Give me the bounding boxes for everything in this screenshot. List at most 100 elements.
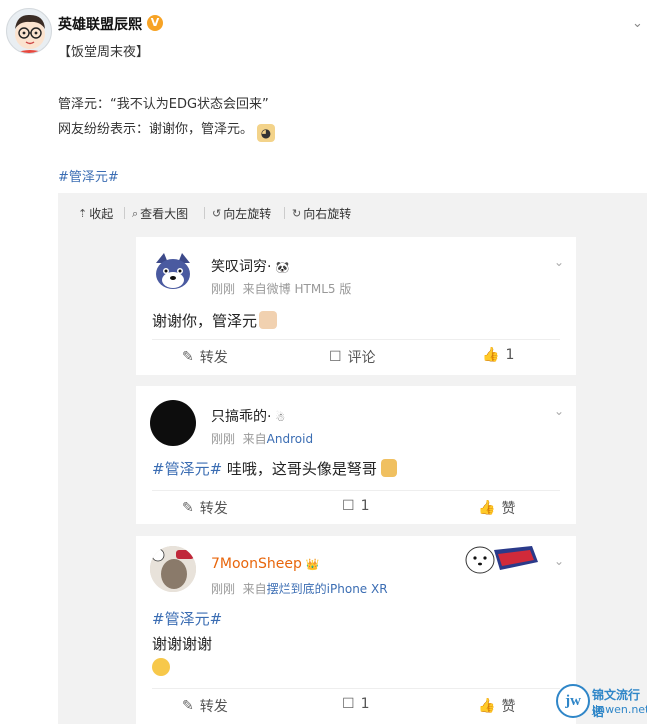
comment-count: 1 — [360, 696, 370, 712]
like-button[interactable]: 👍 赞 — [478, 696, 515, 716]
comment-source: 微博 HTML5 版 — [266, 282, 352, 296]
commenter-name-text: 只搞乖的· — [211, 409, 272, 425]
chevron-down-icon[interactable]: ⌄ — [554, 554, 564, 568]
comment-body-hashtag: #管泽元# — [152, 608, 222, 629]
comment-time: 刚刚 — [211, 582, 236, 596]
comment-hashtag[interactable]: #管泽元# — [152, 610, 222, 628]
commenter-avatar[interactable] — [150, 400, 196, 446]
comment-hashtag[interactable]: #管泽元# — [152, 460, 222, 478]
post-text-line-2: 网友纷纷表示：谢谢你，管泽元。 ◕ — [58, 118, 276, 142]
repost-label: 转发 — [199, 699, 228, 715]
comment-text: 哇哦，这哥头像是弩哥 — [222, 460, 377, 478]
rotate-right-label: 向右旋转 — [303, 207, 352, 221]
pray-emoji-icon — [259, 311, 278, 329]
post-hashtag[interactable]: #管泽元# — [58, 166, 119, 185]
like-button[interactable]: 👍 1 — [482, 347, 514, 363]
comment-body: #管泽元# 哇哦，这哥头像是弩哥 — [152, 458, 397, 479]
magnifier-icon: ⌕ — [132, 206, 139, 220]
comment-button[interactable]: ☐ 1 — [342, 696, 369, 712]
commenter-name-text: 笑叹词穷· — [211, 259, 272, 275]
viewer-toolbar: ⇡ 收起 ⌕ 查看大图 ↺ 向左旋转 ↻ 向右旋转 — [58, 193, 647, 229]
rotate-left-button[interactable]: ↺ 向左旋转 — [212, 205, 271, 222]
commenter-name[interactable]: 7MoonSheep 👑 — [211, 556, 320, 572]
toolbar-divider — [204, 207, 205, 219]
like-label: 赞 — [501, 699, 516, 715]
divider — [152, 688, 560, 689]
author-name[interactable]: 英雄联盟辰熙 — [58, 14, 142, 34]
chevron-down-icon[interactable]: ⌄ — [554, 404, 564, 418]
repost-label: 转发 — [199, 501, 228, 517]
comment-meta: 刚刚 来自微博 HTML5 版 — [211, 280, 351, 297]
doge-emoji-icon: ◕ — [257, 124, 276, 142]
thumbs-up-icon: 👍 — [478, 698, 496, 714]
comment-icon: ☐ — [342, 696, 355, 712]
like-button[interactable]: 👍 赞 — [478, 498, 515, 518]
comment-body: 谢谢你，管泽元 — [152, 310, 278, 331]
commenter-name[interactable]: 笑叹词穷· 🐼 — [211, 256, 289, 276]
comment-actions: ✎ 转发 ☐ 1 👍 赞 — [152, 690, 560, 720]
toolbar-divider — [284, 207, 285, 219]
arrow-up-icon: ⇡ — [78, 207, 88, 220]
comment-emoji — [152, 658, 170, 680]
edit-icon: ✎ — [182, 500, 194, 516]
commenter-name-text: 7MoonSheep — [211, 556, 302, 572]
watermark: jw 锦文流行语 jinwen.net — [556, 682, 647, 722]
comment-count: 1 — [360, 498, 370, 514]
repost-button[interactable]: ✎ 转发 — [182, 347, 228, 367]
rotate-left-label: 向左旋转 — [223, 207, 272, 221]
divider — [152, 339, 560, 340]
watermark-logo: jw — [556, 684, 590, 718]
comment-source-prefix: 来自 — [242, 282, 267, 296]
comment-source: Android — [266, 432, 314, 446]
post-subtitle: 【饭堂周末夜】 — [58, 45, 150, 60]
rotate-right-button[interactable]: ↻ 向右旋转 — [292, 205, 351, 222]
commenter-name[interactable]: 只搞乖的· ☃ — [211, 406, 285, 426]
comment-source-prefix: 来自 — [242, 582, 267, 596]
view-large-label: 查看大图 — [140, 207, 189, 221]
comment-actions: ✎ 转发 ☐ 1 👍 赞 — [152, 492, 560, 522]
chevron-down-icon[interactable]: ⌄ — [632, 16, 643, 31]
toolbar-divider — [124, 207, 125, 219]
comment-body: 谢谢谢谢 — [152, 635, 213, 653]
repost-button[interactable]: ✎ 转发 — [182, 696, 228, 716]
rotate-left-icon: ↺ — [212, 207, 222, 220]
rotate-right-icon: ↻ — [292, 207, 302, 220]
panda-badge-icon: 🐼 — [275, 261, 290, 274]
shy-face-emoji-icon — [152, 658, 170, 676]
like-label: 赞 — [501, 501, 516, 517]
thumbs-up-icon: 👍 — [482, 347, 500, 363]
edg-sticker-icon — [462, 540, 542, 580]
comment-time: 刚刚 — [211, 432, 236, 446]
post-text-line-2-content: 网友纷纷表示：谢谢你，管泽元。 — [58, 122, 254, 137]
snowman-badge-icon: ☃ — [275, 411, 286, 424]
comment-icon: ☐ — [329, 349, 342, 365]
comment-source-prefix: 来自 — [242, 432, 267, 446]
chevron-down-icon[interactable]: ⌄ — [554, 255, 564, 269]
comment-text: 谢谢你，管泽元 — [152, 312, 258, 330]
divider — [152, 490, 560, 491]
comment-source: 摆烂到底的iPhone XR — [266, 582, 388, 596]
thumbs-up-icon: 👍 — [478, 500, 496, 516]
author-avatar[interactable] — [6, 8, 52, 54]
commenter-avatar[interactable] — [150, 249, 196, 295]
repost-button[interactable]: ✎ 转发 — [182, 498, 228, 518]
edit-icon: ✎ — [182, 349, 194, 365]
comment-actions: ✎ 转发 ☐ 评论 👍 1 — [152, 341, 560, 371]
comment-card: 笑叹词穷· 🐼 刚刚 来自微博 HTML5 版 ⌄ 谢谢你，管泽元 ✎ 转发 ☐ … — [136, 237, 576, 375]
view-large-button[interactable]: ⌕ 查看大图 — [132, 205, 188, 222]
comment-button[interactable]: ☐ 评论 — [329, 347, 376, 367]
crown-badge-icon: 👑 — [305, 558, 320, 571]
like-count: 1 — [505, 347, 515, 363]
collapse-button[interactable]: ⇡ 收起 — [78, 205, 113, 222]
watermark-url: jinwen.net — [592, 703, 647, 716]
post-header: 英雄联盟辰熙 V ⌄ 【饭堂周末夜】 — [0, 0, 647, 70]
repost-label: 转发 — [199, 350, 228, 366]
comment-card: 只搞乖的· ☃ 刚刚 来自Android ⌄ #管泽元# 哇哦，这哥头像是弩哥 ✎… — [136, 386, 576, 524]
comment-meta: 刚刚 来自摆烂到底的iPhone XR — [211, 580, 388, 597]
commenter-avatar[interactable] — [150, 546, 196, 592]
edit-icon: ✎ — [182, 698, 194, 714]
comment-icon: ☐ — [342, 498, 355, 514]
comment-time: 刚刚 — [211, 282, 236, 296]
comment-meta: 刚刚 来自Android — [211, 430, 313, 447]
comment-button[interactable]: ☐ 1 — [342, 498, 369, 514]
